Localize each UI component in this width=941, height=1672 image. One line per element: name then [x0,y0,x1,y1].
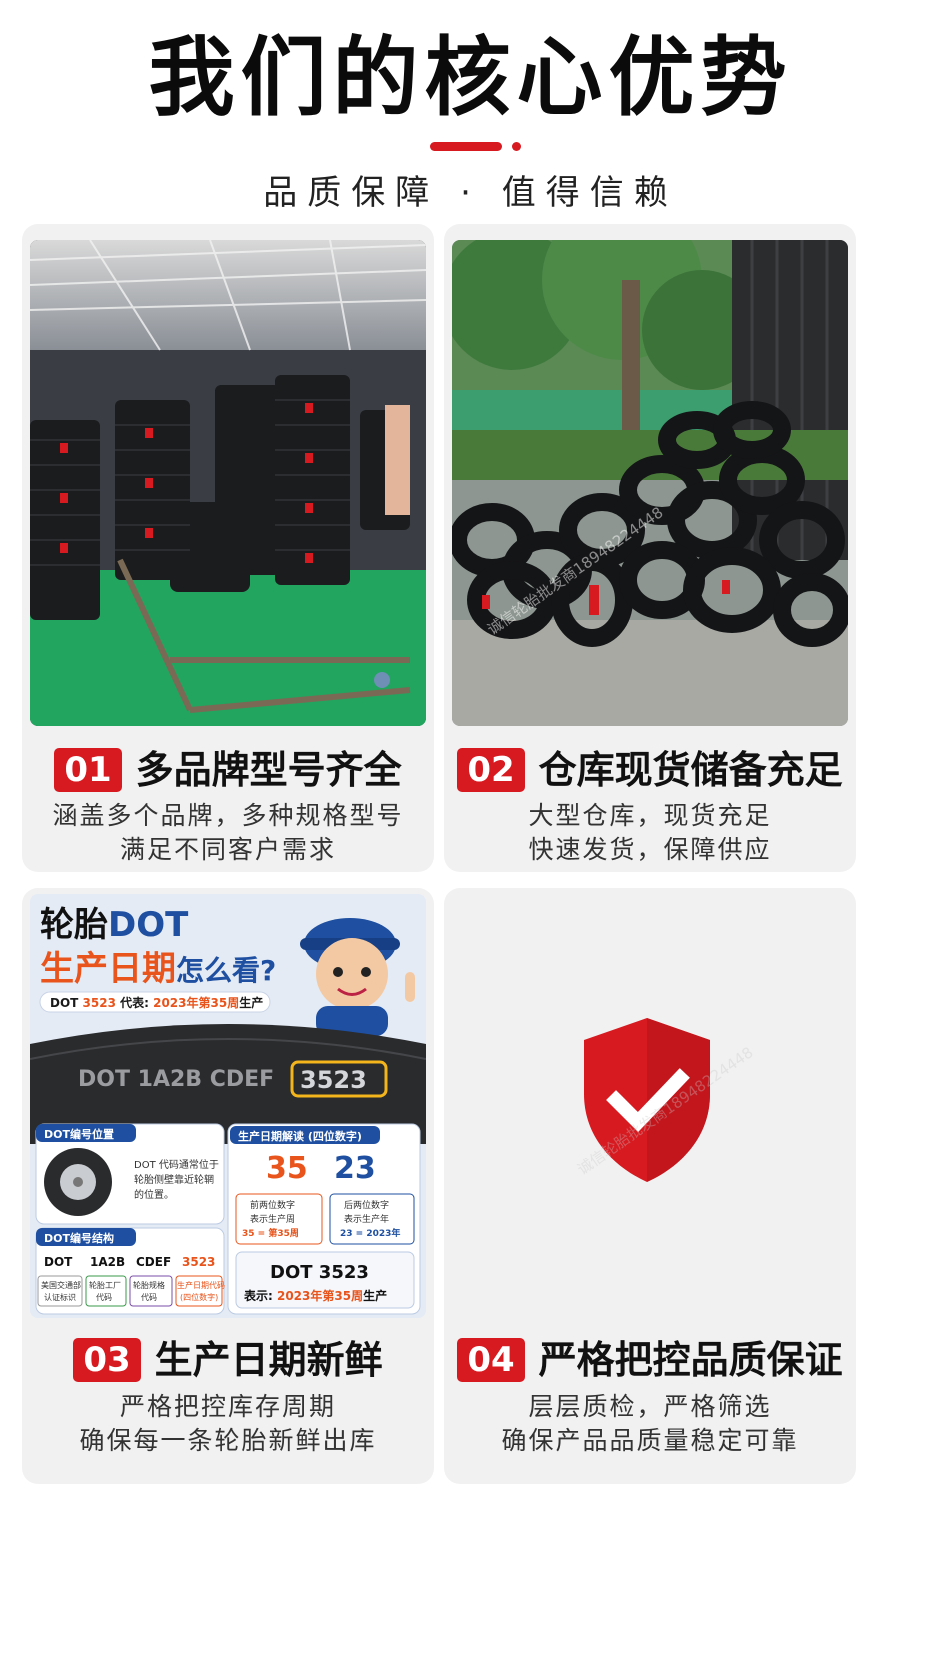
page-title: 我们的核心优势 [148,28,793,128]
feature-description-line: 确保每一条轮胎新鲜出库 [79,1426,377,1455]
svg-text:表示生产年: 表示生产年 [344,1213,389,1225]
feature-description: 涵盖多个品牌，多种规格型号 满足不同客户需求 [22,799,434,867]
svg-text:23: 23 [334,1151,376,1186]
title-underline-dot [512,142,521,151]
feature-description-line: 严格把控库存周期 [119,1392,336,1421]
feature-title: 仓库现货储备充足 [538,747,843,792]
feature-description-line: 大型仓库，现货充足 [528,801,772,830]
svg-text:轮胎规格: 轮胎规格 [133,1280,165,1290]
svg-text:3523: 3523 [182,1255,215,1269]
svg-text:23 = 2023年: 23 = 2023年 [340,1227,400,1239]
svg-text:前两位数字: 前两位数字 [250,1199,295,1211]
feature-card-4: 04 严格把控品质保证 层层质检，严格筛选 确保产品品质量稳定可靠 [444,888,856,1484]
feature-description: 大型仓库，现货充足 快速发货，保障供应 [444,799,856,867]
svg-text:DOT编号结构: DOT编号结构 [44,1231,114,1245]
svg-text:3523: 3523 [300,1066,367,1094]
svg-text:美国交通部: 美国交通部 [41,1280,81,1290]
svg-text:轮胎DOT: 轮胎DOT [40,905,189,945]
feature-number-badge: 04 [457,1337,525,1382]
feature-number-badge: 01 [54,747,122,792]
feature-number-badge: 03 [73,1337,141,1382]
feature-title: 多品牌型号齐全 [135,747,402,792]
page-subtitle: 品质保障 · 值得信赖 [263,173,678,213]
feature-card-1: 01 多品牌型号齐全 涵盖多个品牌，多种规格型号 满足不同客户需求 [22,224,434,872]
feature-title: 生产日期新鲜 [154,1337,383,1382]
feature-description: 层层质检，严格筛选 确保产品品质量稳定可靠 [444,1390,856,1458]
svg-text:轮胎工厂: 轮胎工厂 [89,1280,121,1290]
svg-text:35: 35 [266,1151,308,1186]
svg-text:DOT 代码通常位于: DOT 代码通常位于 [134,1158,219,1171]
warehouse-tire-stacks-photo [30,240,426,726]
svg-text:DOT 1A2B CDEF: DOT 1A2B CDEF [78,1067,274,1092]
svg-text:1A2B: 1A2B [90,1255,125,1269]
svg-text:DOT 3523 代表: 2023年第35周生产: DOT 3523 代表: 2023年第35周生产 [50,995,263,1010]
feature-card-2: 02 仓库现货储备充足 大型仓库，现货充足 快速发货，保障供应 [444,224,856,872]
svg-text:代码: 代码 [96,1292,112,1302]
svg-text:35 = 第35周: 35 = 第35周 [242,1227,299,1239]
svg-text:CDEF: CDEF [136,1255,171,1269]
feature-title: 严格把控品质保证 [538,1337,843,1382]
svg-text:DOT 3523: DOT 3523 [270,1262,369,1283]
feature-card-3: 轮胎DOT 生产日期怎么看? DOT 3523 代表: 2023年第35周生产 … [22,888,434,1484]
svg-text:轮胎侧壁靠近轮辋: 轮胎侧壁靠近轮辋 [134,1173,214,1186]
svg-text:表示生产周: 表示生产周 [250,1213,295,1225]
svg-text:DOT: DOT [44,1255,73,1269]
feature-description-line: 确保产品品质量稳定可靠 [501,1426,799,1455]
feature-title-row: 04 严格把控品质保证 [444,1332,856,1385]
feature-description-line: 快速发货，保障供应 [528,835,772,864]
feature-number-badge: 02 [457,747,525,792]
svg-text:DOT编号位置: DOT编号位置 [44,1127,114,1141]
svg-text:认证标识: 认证标识 [44,1292,76,1302]
svg-text:生产日期代码: 生产日期代码 [177,1280,225,1290]
feature-description-line: 满足不同客户需求 [119,835,336,864]
feature-title-row: 03 生产日期新鲜 [22,1332,434,1385]
outdoor-tire-pile-photo [452,240,848,726]
feature-description-line: 涵盖多个品牌，多种规格型号 [52,801,404,830]
feature-description-line: 层层质检，严格筛选 [528,1392,772,1421]
feature-title-row: 02 仓库现货储备充足 [444,742,856,795]
feature-description: 严格把控库存周期 确保每一条轮胎新鲜出库 [22,1390,434,1458]
svg-text:生产日期解读 (四位数字): 生产日期解读 (四位数字) [238,1129,362,1143]
feature-title-row: 01 多品牌型号齐全 [22,742,434,795]
svg-text:表示: 2023年第35周生产: 表示: 2023年第35周生产 [243,1288,387,1303]
svg-text:的位置。: 的位置。 [134,1188,174,1201]
svg-text:后两位数字: 后两位数字 [344,1199,389,1211]
dot-infographic: 轮胎DOT 生产日期怎么看? DOT 3523 代表: 2023年第35周生产 … [30,894,426,1318]
svg-text:生产日期怎么看?: 生产日期怎么看? [40,949,276,989]
svg-text:(四位数字): (四位数字) [180,1292,218,1302]
title-underline [430,142,502,151]
svg-text:代码: 代码 [141,1292,157,1302]
